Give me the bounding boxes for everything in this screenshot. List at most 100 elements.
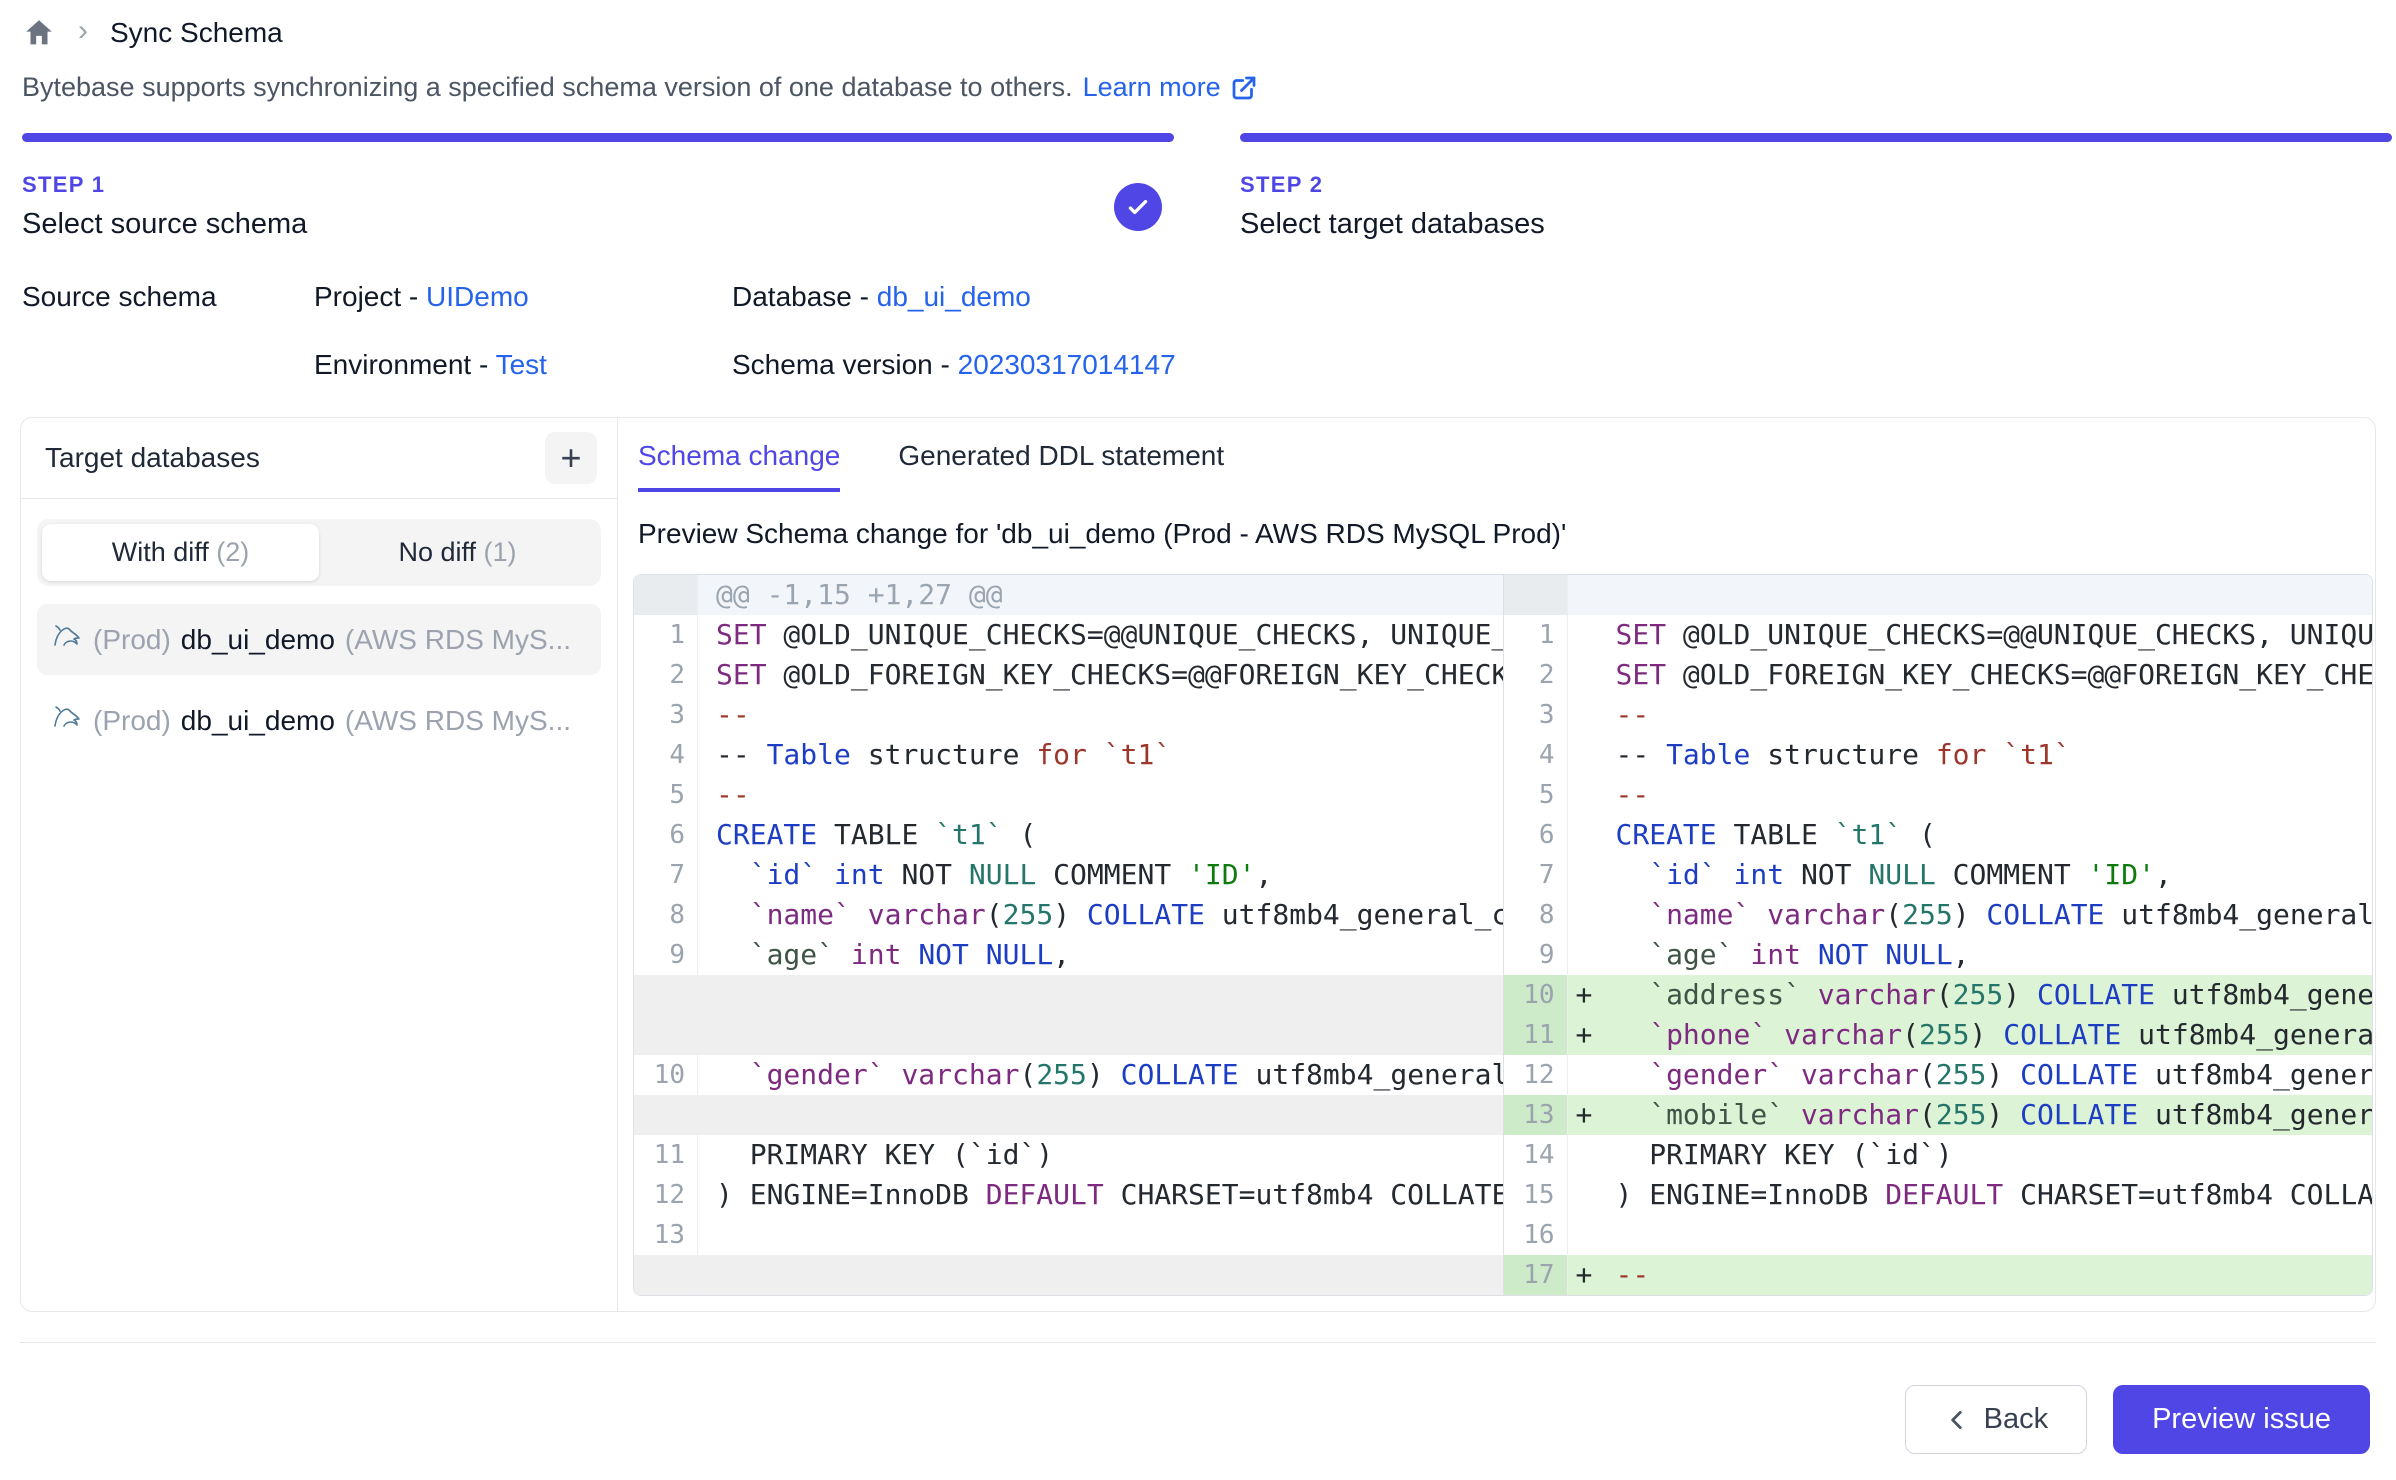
back-button[interactable]: Back [1905, 1385, 2087, 1454]
added-marker [1568, 655, 1610, 695]
code-line: SET @OLD_UNIQUE_CHECKS=@@UNIQUE_CHECKS, … [1610, 615, 2373, 655]
added-marker: + [1568, 1015, 1610, 1055]
diff-added-row: 10+ `address` varchar(255) COLLATE utf8m… [1504, 975, 2373, 1015]
added-marker [1568, 575, 1610, 615]
line-number: 9 [1504, 935, 1568, 975]
filter-tab-with-diff[interactable]: With diff (2) [42, 524, 319, 581]
line-number: 13 [634, 1215, 698, 1255]
diff-row: 1SET @OLD_UNIQUE_CHECKS=@@UNIQUE_CHECKS,… [634, 615, 1503, 655]
diff-row: 10 `gender` varchar(255) COLLATE utf8mb4… [634, 1055, 1503, 1095]
tab-schema-change[interactable]: Schema change [638, 440, 840, 492]
diff-row: 14 PRIMARY KEY (`id`) [1504, 1135, 2373, 1175]
database-instance: (AWS RDS MyS... [345, 624, 571, 656]
diff-row: 4-- Table structure for `t1` [1504, 735, 2373, 775]
hunk-header: @@ -1,15 +1,27 @@ [716, 578, 1003, 611]
filter-tab-label: With diff [112, 537, 217, 567]
line-number: 5 [634, 775, 698, 815]
add-database-button[interactable]: + [545, 432, 597, 484]
source-field-database: Database - db_ui_demo [732, 281, 1176, 313]
target-databases-panel: Target databases + With diff (2)No diff … [21, 418, 618, 1311]
database-environment: (Prod) [93, 624, 171, 656]
code-line [1610, 1215, 2373, 1255]
code-line: @@ -1,15 +1,27 @@ [698, 575, 1503, 615]
line-number: 6 [634, 815, 698, 855]
filter-tab-no-diff[interactable]: No diff (1) [319, 524, 596, 581]
home-icon[interactable] [22, 16, 56, 50]
line-number: 8 [1504, 895, 1568, 935]
line-number [634, 975, 698, 1055]
database-instance: (AWS RDS MyS... [345, 705, 571, 737]
step-1: STEP 1 Select source schema [22, 133, 1174, 241]
code-line: `phone` varchar(255) COLLATE utf8mb4_gen… [1610, 1015, 2373, 1055]
target-databases-title: Target databases [45, 442, 260, 474]
diff-row: 11 PRIMARY KEY (`id`) [634, 1135, 1503, 1175]
line-number: 3 [634, 695, 698, 735]
diff-placeholder-row [634, 975, 1503, 1055]
source-field-label: Schema version - [732, 349, 958, 380]
source-field-value-link[interactable]: UIDemo [426, 281, 529, 312]
learn-more-label: Learn more [1083, 72, 1221, 103]
diff-pane-target: 1SET @OLD_UNIQUE_CHECKS=@@UNIQUE_CHECKS,… [1503, 575, 2373, 1295]
added-marker [1568, 775, 1610, 815]
diff-row: 15 ) ENGINE=InnoDB DEFAULT CHARSET=utf8mb… [1504, 1175, 2373, 1215]
source-field-label: Database - [732, 281, 877, 312]
code-line: PRIMARY KEY (`id`) [1610, 1135, 2373, 1175]
line-number: 10 [1504, 975, 1568, 1015]
diff-placeholder-row [634, 1095, 1503, 1135]
source-field-label: Environment - [314, 349, 496, 380]
diff-row: 6CREATE TABLE `t1` ( [1504, 815, 2373, 855]
code-line: `age` int NOT NULL, [1610, 935, 2373, 975]
database-environment: (Prod) [93, 705, 171, 737]
source-field-value-link[interactable]: db_ui_demo [877, 281, 1031, 312]
source-field-environment: Environment - Test [314, 349, 654, 381]
source-schema-section: Source schema Project - UIDemoDatabase -… [0, 241, 2396, 381]
diff-row: 2SET @OLD_FOREIGN_KEY_CHECKS=@@FOREIGN_K… [1504, 655, 2373, 695]
database-name: db_ui_demo [181, 705, 335, 737]
diff-row: 9 `age` int NOT NULL, [634, 935, 1503, 975]
diff-row: 7 `id` int NOT NULL COMMENT 'ID', [634, 855, 1503, 895]
added-marker [1568, 1175, 1610, 1215]
added-marker [1568, 1055, 1610, 1095]
database-list-item[interactable]: (Prod) db_ui_demo (AWS RDS MyS... [37, 685, 601, 756]
diff-row: 5-- [1504, 775, 2373, 815]
added-marker [1568, 935, 1610, 975]
schema-diff-editor[interactable]: @@ -1,15 +1,27 @@ 1SET @OLD_UNIQUE_CHECKS… [633, 574, 2373, 1296]
added-marker [1568, 895, 1610, 935]
diff-row: 1SET @OLD_UNIQUE_CHECKS=@@UNIQUE_CHECKS,… [1504, 615, 2373, 655]
line-number: 15 [1504, 1175, 1568, 1215]
added-marker [1568, 735, 1610, 775]
step-2: STEP 2 Select target databases [1240, 133, 2392, 241]
sync-schema-page: › Sync Schema Bytebase supports synchron… [0, 0, 2396, 1480]
mysql-icon [51, 620, 83, 659]
database-list-item[interactable]: (Prod) db_ui_demo (AWS RDS MyS... [37, 604, 601, 675]
preview-panel: Schema changeGenerated DDL statement Pre… [618, 418, 2375, 1311]
line-number: 2 [634, 655, 698, 695]
source-schema-fields: Project - UIDemoDatabase - db_ui_demoEnv… [314, 281, 1176, 381]
step-1-label: STEP 1 [22, 172, 1114, 198]
diff-row: 7 `id` int NOT NULL COMMENT 'ID', [1504, 855, 2373, 895]
filter-tab-count: (1) [484, 537, 517, 567]
page-description: Bytebase supports synchronizing a specif… [22, 72, 1073, 103]
preview-issue-button[interactable]: Preview issue [2113, 1385, 2370, 1454]
added-marker [1568, 855, 1610, 895]
source-field-value-link[interactable]: Test [496, 349, 547, 380]
code-line: SET @OLD_UNIQUE_CHECKS=@@UNIQUE_CHECKS, … [698, 615, 1503, 655]
code-line: `gender` varchar(255) COLLATE utf8mb4_ge… [1610, 1055, 2373, 1095]
database-list: (Prod) db_ui_demo (AWS RDS MyS... (Prod) db_… [37, 604, 601, 756]
back-button-label: Back [1984, 1403, 2048, 1436]
code-line: ) ENGINE=InnoDB DEFAULT CHARSET=utf8mb4 … [698, 1175, 1503, 1215]
tab-generated-ddl-statement[interactable]: Generated DDL statement [898, 440, 1224, 492]
added-marker [1568, 815, 1610, 855]
code-line [698, 1255, 1503, 1295]
line-number [1504, 575, 1568, 615]
source-field-value-link[interactable]: 20230317014147 [958, 349, 1176, 380]
source-schema-label: Source schema [22, 281, 314, 381]
filter-tab-count: (2) [216, 537, 249, 567]
code-line: CREATE TABLE `t1` ( [1610, 815, 2373, 855]
code-line: ) ENGINE=InnoDB DEFAULT CHARSET=utf8mb4 … [1610, 1175, 2373, 1215]
step-1-progress-bar [22, 133, 1174, 142]
line-number: 17 [1504, 1255, 1568, 1295]
added-marker [1568, 615, 1610, 655]
database-name: db_ui_demo [181, 624, 335, 656]
learn-more-link[interactable]: Learn more [1083, 72, 1259, 103]
